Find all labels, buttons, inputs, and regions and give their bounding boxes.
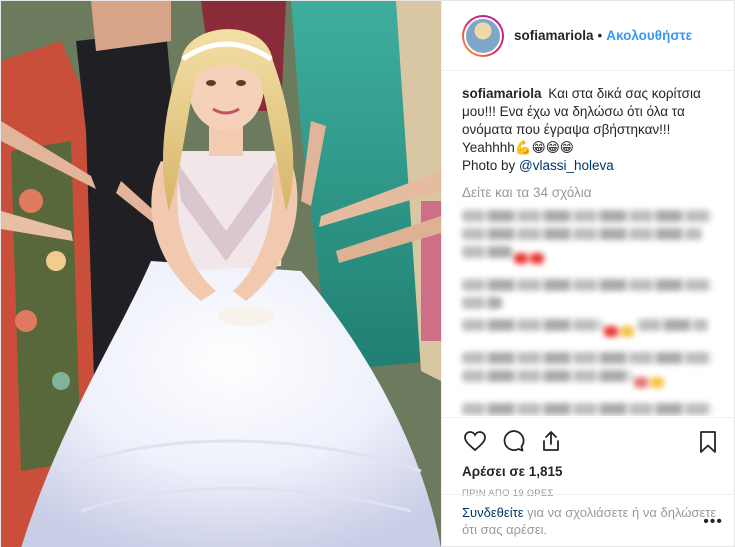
likes-count[interactable]: Αρέσει σε 1,815 bbox=[462, 464, 721, 479]
heart-icon[interactable] bbox=[462, 428, 488, 454]
blurred-comment bbox=[462, 210, 723, 269]
post-header: sofiamariola • Ακολουθήστε bbox=[442, 1, 735, 71]
photo-by-label: Photo by bbox=[462, 158, 520, 173]
caption-username[interactable]: sofiamariola bbox=[462, 86, 542, 101]
blurred-comment bbox=[462, 352, 723, 393]
more-options-icon[interactable]: ••• bbox=[703, 513, 723, 530]
avatar[interactable] bbox=[462, 14, 504, 57]
header-separator: • bbox=[597, 28, 603, 43]
comment-bubble-icon[interactable] bbox=[500, 428, 526, 454]
view-all-comments-link[interactable]: Δείτε και τα 34 σχόλια bbox=[462, 185, 723, 200]
avatar-image bbox=[464, 16, 502, 55]
follow-button[interactable]: Ακολουθήστε bbox=[606, 28, 692, 43]
post-side-panel: sofiamariola • Ακολουθήστε sofiamariola … bbox=[441, 1, 735, 547]
post-photo[interactable] bbox=[1, 1, 441, 547]
share-upload-icon[interactable] bbox=[538, 428, 564, 454]
comments-section: sofiamariola Και στα δικά σας κορίτσια μ… bbox=[442, 71, 735, 416]
blurred-comment bbox=[462, 403, 723, 416]
wedding-photo-illustration bbox=[1, 1, 441, 547]
blurred-comment bbox=[462, 279, 723, 309]
post-caption: sofiamariola Και στα δικά σας κορίτσια μ… bbox=[462, 85, 723, 175]
header-text: sofiamariola • Ακολουθήστε bbox=[514, 28, 692, 43]
bookmark-icon[interactable] bbox=[695, 429, 721, 455]
blurred-comment bbox=[462, 319, 723, 342]
login-prompt: Συνδεθείτε για να σχολιάσετε ή να δηλώσε… bbox=[442, 494, 735, 547]
header-username[interactable]: sofiamariola bbox=[514, 28, 594, 43]
action-icons-row bbox=[462, 418, 721, 464]
instagram-post: sofiamariola • Ακολουθήστε sofiamariola … bbox=[0, 0, 735, 547]
photo-credit-mention[interactable]: @vlassi_holeva bbox=[519, 158, 614, 173]
login-link[interactable]: Συνδεθείτε bbox=[462, 505, 524, 520]
